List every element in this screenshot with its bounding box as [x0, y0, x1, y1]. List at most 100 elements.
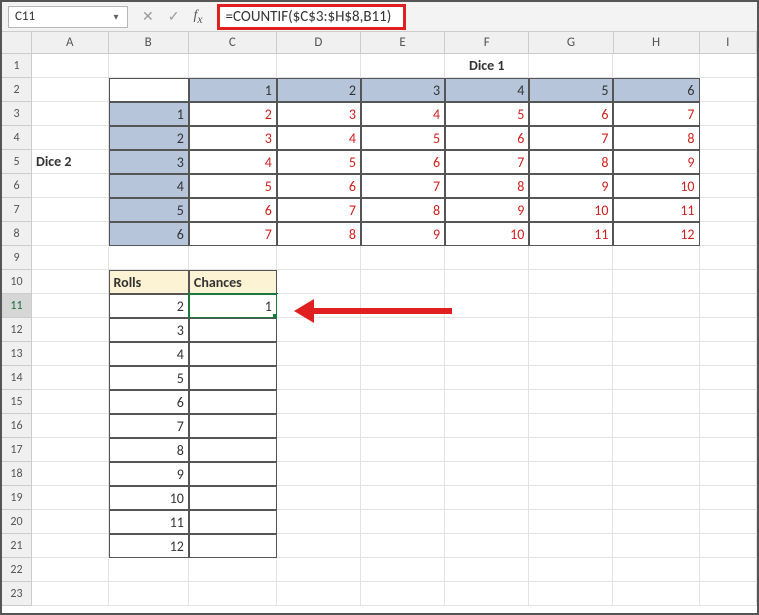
cell-F1[interactable]: Dice 1: [445, 54, 529, 78]
cell-G21[interactable]: [529, 534, 613, 558]
cell-G13[interactable]: [529, 342, 613, 366]
column-header-E[interactable]: E: [361, 32, 445, 54]
cell-G3[interactable]: 6: [529, 102, 613, 126]
cell-B20[interactable]: 11: [109, 510, 189, 534]
cell-A19[interactable]: [32, 486, 109, 510]
cell-H7[interactable]: 11: [613, 198, 699, 222]
cell-A17[interactable]: [32, 438, 109, 462]
cell-H2[interactable]: 6: [613, 78, 699, 102]
column-header-G[interactable]: G: [529, 32, 613, 54]
cell-D13[interactable]: [277, 342, 361, 366]
cell-E19[interactable]: [361, 486, 445, 510]
cell-F6[interactable]: 8: [445, 174, 529, 198]
cell-B8[interactable]: 6: [109, 222, 189, 246]
accept-icon[interactable]: ✓: [168, 8, 180, 25]
cell-E14[interactable]: [361, 366, 445, 390]
cell-F16[interactable]: [445, 414, 529, 438]
cell-H13[interactable]: [613, 342, 699, 366]
cell-G14[interactable]: [529, 366, 613, 390]
cell-H4[interactable]: 8: [613, 126, 699, 150]
cell-G12[interactable]: [529, 318, 613, 342]
cell-G17[interactable]: [529, 438, 613, 462]
cell-H3[interactable]: 7: [613, 102, 699, 126]
cell-I10[interactable]: [700, 270, 758, 294]
cell-D11[interactable]: [277, 294, 361, 318]
cell-D10[interactable]: [277, 270, 361, 294]
row-header-21[interactable]: 21: [2, 534, 32, 558]
cell-D5[interactable]: 5: [277, 150, 361, 174]
name-box[interactable]: C11 ▾: [8, 6, 128, 28]
row-header-8[interactable]: 8: [2, 222, 32, 246]
cell-A20[interactable]: [32, 510, 109, 534]
cell-B10[interactable]: Rolls: [109, 270, 189, 294]
cell-C3[interactable]: 2: [189, 102, 277, 126]
cell-F13[interactable]: [445, 342, 529, 366]
cell-C16[interactable]: [189, 414, 277, 438]
cell-G22[interactable]: [529, 558, 613, 582]
cell-C22[interactable]: [189, 558, 277, 582]
cell-I16[interactable]: [700, 414, 758, 438]
formula-text[interactable]: =COUNTIF($C$3:$H$8,B11): [226, 8, 392, 26]
cell-C18[interactable]: [189, 462, 277, 486]
cell-I1[interactable]: [700, 54, 757, 78]
cell-B3[interactable]: 1: [109, 102, 189, 126]
cell-I13[interactable]: [700, 342, 758, 366]
cell-C10[interactable]: Chances: [189, 270, 277, 294]
cells-area[interactable]: Dice 112345612345672345678Dice 234567894…: [32, 54, 757, 613]
cell-E10[interactable]: [361, 270, 445, 294]
cell-A18[interactable]: [32, 462, 109, 486]
cell-H16[interactable]: [613, 414, 699, 438]
row-header-12[interactable]: 12: [2, 318, 32, 342]
cell-A15[interactable]: [32, 390, 109, 414]
cell-B4[interactable]: 2: [109, 126, 189, 150]
cell-E6[interactable]: 7: [361, 174, 445, 198]
cell-I23[interactable]: [700, 582, 757, 606]
cell-F5[interactable]: 7: [445, 150, 529, 174]
cell-F22[interactable]: [445, 558, 529, 582]
cell-F9[interactable]: [445, 246, 529, 270]
cell-D23[interactable]: [277, 582, 361, 606]
cell-A7[interactable]: [32, 198, 109, 222]
cell-C21[interactable]: [189, 534, 277, 558]
cell-C1[interactable]: [189, 54, 277, 78]
row-header-1[interactable]: 1: [2, 54, 32, 78]
cell-G11[interactable]: [529, 294, 613, 318]
cell-D18[interactable]: [277, 462, 361, 486]
cell-C15[interactable]: [189, 390, 277, 414]
cell-A22[interactable]: [32, 558, 109, 582]
cell-F11[interactable]: [445, 294, 529, 318]
cell-F14[interactable]: [445, 366, 529, 390]
cell-H20[interactable]: [613, 510, 699, 534]
cell-A11[interactable]: [32, 294, 109, 318]
cell-I19[interactable]: [700, 486, 758, 510]
row-header-9[interactable]: 9: [2, 246, 32, 270]
cell-D7[interactable]: 7: [277, 198, 361, 222]
cell-G15[interactable]: [529, 390, 613, 414]
cell-A6[interactable]: [32, 174, 109, 198]
select-all-corner[interactable]: [2, 32, 32, 54]
cell-C7[interactable]: 6: [189, 198, 277, 222]
row-header-6[interactable]: 6: [2, 174, 32, 198]
cell-E11[interactable]: [361, 294, 445, 318]
cell-G23[interactable]: [529, 582, 613, 606]
cell-A23[interactable]: [32, 582, 109, 606]
cell-I9[interactable]: [700, 246, 757, 270]
cell-E8[interactable]: 9: [361, 222, 445, 246]
cell-A5[interactable]: Dice 2: [32, 150, 109, 174]
cell-E16[interactable]: [361, 414, 445, 438]
cell-F18[interactable]: [445, 462, 529, 486]
cell-E15[interactable]: [361, 390, 445, 414]
cell-A16[interactable]: [32, 414, 109, 438]
cell-I3[interactable]: [700, 102, 757, 126]
cell-G16[interactable]: [529, 414, 613, 438]
cell-G7[interactable]: 10: [529, 198, 613, 222]
column-header-C[interactable]: C: [189, 32, 277, 54]
cell-A2[interactable]: [32, 78, 109, 102]
cell-D14[interactable]: [277, 366, 361, 390]
cell-D1[interactable]: [277, 54, 361, 78]
cell-H10[interactable]: [613, 270, 699, 294]
cell-H21[interactable]: [613, 534, 699, 558]
spreadsheet-grid[interactable]: ABCDEFGHI 123456789101112131415161718192…: [2, 32, 757, 613]
cell-I2[interactable]: [700, 78, 757, 102]
cell-H6[interactable]: 10: [613, 174, 699, 198]
